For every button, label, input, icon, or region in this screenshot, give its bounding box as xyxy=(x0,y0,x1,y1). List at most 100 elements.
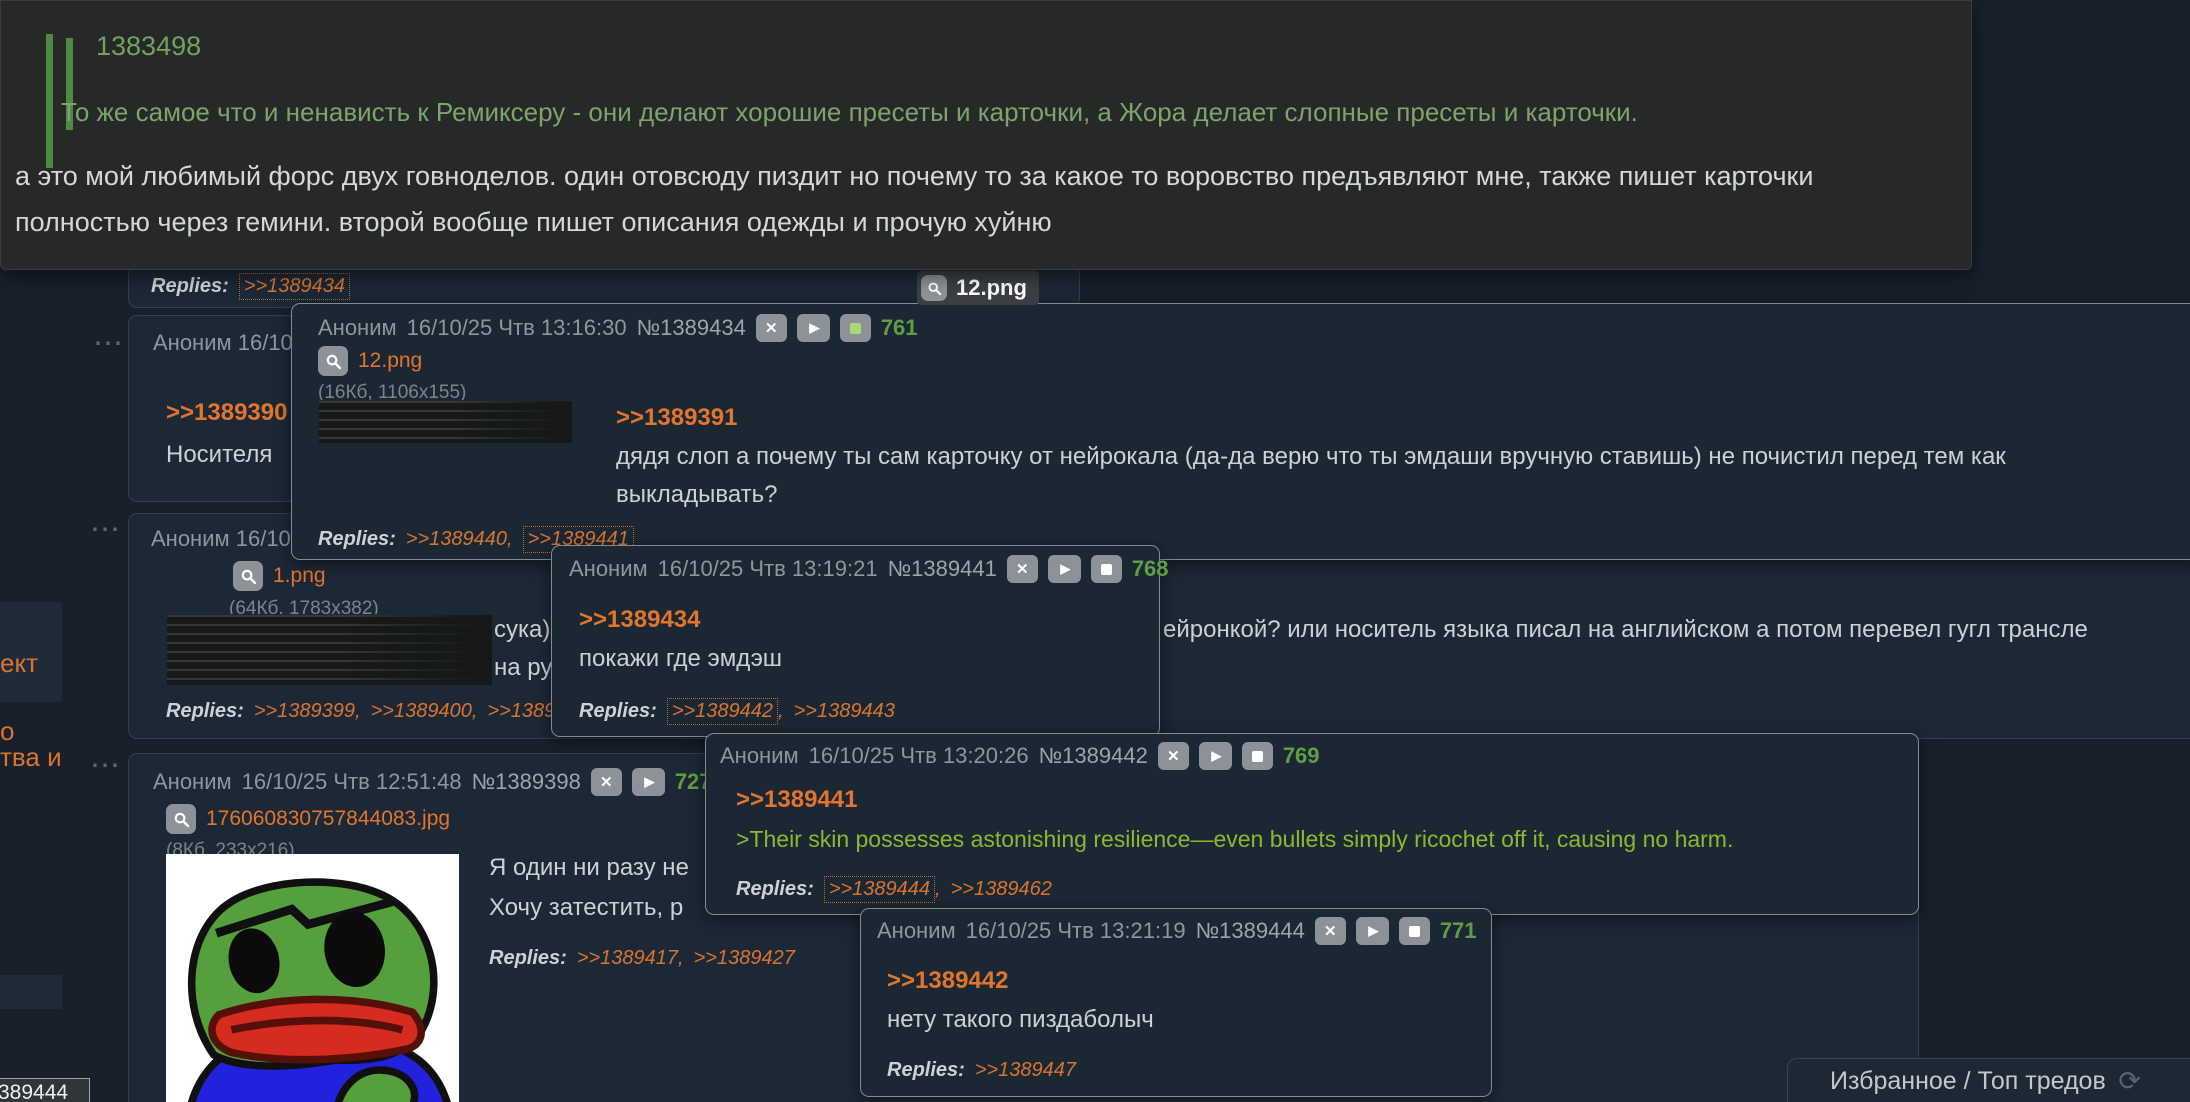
post-number[interactable]: №1389434 xyxy=(637,315,746,341)
post-header: Аноним 16/10/25 Чтв 12:51:48 №1389398 ✕ … xyxy=(153,768,712,796)
post-author: Аноним xyxy=(153,769,232,794)
favorites-top-threads-label[interactable]: Избранное / Топ тредов xyxy=(1830,1067,2106,1096)
post-header: Аноним 16/10 xyxy=(151,526,291,552)
post-menu-dots[interactable]: ⋯ xyxy=(90,748,123,783)
post-menu-dots[interactable]: ⋯ xyxy=(93,326,126,361)
search-icon[interactable] xyxy=(921,275,947,301)
reply-link[interactable]: >>1389447 xyxy=(975,1059,1076,1082)
post-preview-popup: Аноним 16/10/25 Чтв 13:21:19 №1389444 ✕ … xyxy=(860,908,1492,1097)
post-reply-ref[interactable]: >>1389441 xyxy=(736,786,857,814)
search-icon[interactable] xyxy=(166,804,196,834)
pepe-frog-drawing xyxy=(166,854,459,1102)
post-reply-ref[interactable]: >>1389434 xyxy=(579,606,700,634)
post-menu-dots[interactable]: ⋯ xyxy=(90,512,123,547)
post-date: 16/10/25 Чтв 13:19:21 xyxy=(657,556,878,581)
replies-row: Replies: >>1389447 xyxy=(887,1059,1076,1082)
post-author: Аноним xyxy=(877,918,956,943)
magnifier-glyph xyxy=(928,282,941,295)
reply-link[interactable]: >>1389427 xyxy=(694,947,795,970)
post-date: 16/10/25 Чтв 13:20:26 xyxy=(808,743,1029,768)
post-author: Аноним xyxy=(569,556,648,581)
pepe-frog-image[interactable] xyxy=(166,854,459,1102)
post-counter: 771 xyxy=(1439,918,1477,943)
post-header: Аноним 16/10 xyxy=(153,330,293,356)
thread-page: ект о тва и ⋯ ⋯ ⋯ Replies: >>1389434 Ано… xyxy=(0,0,2190,1102)
replies-label: Replies: xyxy=(887,1059,965,1081)
favorites-top-threads-panel[interactable]: Избранное / Топ тредов ⟳ xyxy=(1787,1058,2190,1102)
search-icon[interactable] xyxy=(233,561,263,591)
stop-icon[interactable] xyxy=(1090,555,1122,583)
file-name[interactable]: 12.png xyxy=(956,275,1027,301)
post-text: нету такого пиздаболыч xyxy=(887,1006,1154,1033)
close-icon[interactable]: ✕ xyxy=(1006,555,1038,583)
post-number[interactable]: №1389441 xyxy=(888,556,997,582)
post-reply-ref[interactable]: >>1389391 xyxy=(616,404,737,432)
clipped-link[interactable]: ект xyxy=(0,648,38,679)
post-header: Аноним 16/10/25 Чтв 13:16:30 №1389434 ✕ … xyxy=(318,314,918,342)
post-author-date: Аноним 16/10 xyxy=(153,330,293,355)
separator: , xyxy=(507,528,513,550)
refresh-icon[interactable]: ⟳ xyxy=(2118,1066,2141,1097)
replies-row: Replies: >>1389434 xyxy=(151,273,351,300)
post-author: Аноним xyxy=(720,743,799,768)
hovered-file-label[interactable]: 12.png xyxy=(917,271,1039,305)
quoted-greentext: То же самое что и ненависть к Ремиксеру … xyxy=(61,97,1638,127)
play-icon[interactable]: ▶ xyxy=(1355,917,1389,945)
reply-link[interactable]: >>1389417 xyxy=(577,947,678,970)
reply-link-hovered[interactable]: >>1389444 xyxy=(823,876,936,903)
file-attachment[interactable]: 176060830757844083.jpg xyxy=(166,804,450,834)
play-icon[interactable]: ▶ xyxy=(796,314,830,342)
post-date: 16/10/25 Чтв 13:21:19 xyxy=(965,918,1186,943)
post-text: сука) xyxy=(494,616,551,643)
stop-icon[interactable] xyxy=(1398,917,1430,945)
post-text: Я один ни разу не xyxy=(489,854,689,881)
file-attachment[interactable]: 12.png xyxy=(318,346,422,376)
close-icon[interactable]: ✕ xyxy=(755,314,787,342)
close-icon[interactable]: ✕ xyxy=(1157,742,1189,770)
close-icon[interactable]: ✕ xyxy=(1314,917,1346,945)
post-author-date: Аноним 16/10 xyxy=(151,526,291,551)
post-counter: 768 xyxy=(1131,556,1169,581)
reply-link[interactable]: >>1389400 xyxy=(371,700,472,723)
play-icon[interactable]: ▶ xyxy=(1198,742,1232,770)
stop-icon[interactable] xyxy=(1241,742,1273,770)
file-name-link[interactable]: 12.png xyxy=(358,349,422,373)
search-icon[interactable] xyxy=(318,346,348,376)
file-name-link[interactable]: 176060830757844083.jpg xyxy=(206,807,450,831)
magnifier-glyph xyxy=(241,569,256,584)
post-text: выкладывать? xyxy=(616,481,778,508)
replies-row: Replies: >>1389417, >>1389427 xyxy=(489,947,795,970)
reply-link[interactable]: >>1389462 xyxy=(951,878,1052,901)
reply-link[interactable]: >>1389443 xyxy=(794,700,895,723)
file-name-link[interactable]: 1.png xyxy=(273,564,326,588)
reply-link-hovered[interactable]: >>1389434 xyxy=(238,273,351,300)
post-number[interactable]: №1389442 xyxy=(1039,743,1148,769)
replies-row: Replies: >>1389399, >>1389400, >>1389407 xyxy=(166,700,589,723)
post-number[interactable]: №1389444 xyxy=(1196,918,1305,944)
post-reply-ref[interactable]: >>1389442 xyxy=(887,967,1008,995)
play-icon[interactable]: ▶ xyxy=(1047,555,1081,583)
replies-label: Replies: xyxy=(489,947,567,969)
file-attachment[interactable]: 1.png xyxy=(233,561,326,591)
replies-label: Replies: xyxy=(151,275,229,297)
quote-text: а это мой любимый форс двух говноделов. … xyxy=(15,161,1814,191)
post-text: дядя слоп а почему ты сам карточку от не… xyxy=(616,443,2006,470)
image-thumbnail[interactable] xyxy=(166,614,493,686)
image-thumbnail[interactable] xyxy=(318,400,573,444)
clipped-link[interactable]: тва и xyxy=(0,742,62,773)
reply-link[interactable]: >>1389440 xyxy=(406,528,507,551)
post-text: на ру xyxy=(494,654,553,681)
post-text: Хочу затестить, р xyxy=(489,894,684,921)
play-icon[interactable]: ▶ xyxy=(631,768,665,796)
post-number[interactable]: №1389398 xyxy=(472,769,581,795)
quoted-post-number[interactable]: 1383498 xyxy=(96,31,201,62)
close-icon[interactable]: ✕ xyxy=(590,768,622,796)
post-author: Аноним xyxy=(318,315,397,340)
reply-link[interactable]: >>1389399 xyxy=(254,700,355,723)
reply-link-hovered[interactable]: >>1389442 xyxy=(666,698,779,725)
post-counter: 769 xyxy=(1282,743,1320,768)
post-reply-ref[interactable]: >>1389390 xyxy=(166,399,287,427)
replies-row: Replies: >>1389442, >>1389443 xyxy=(579,698,895,725)
stop-icon[interactable] xyxy=(839,314,871,342)
separator: , xyxy=(778,700,784,722)
